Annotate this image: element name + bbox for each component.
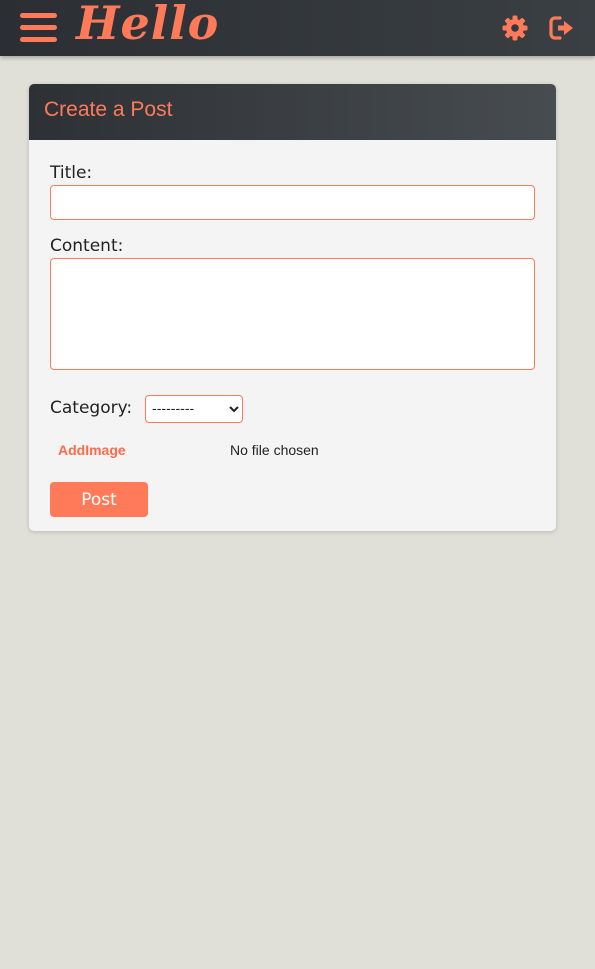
create-post-card: Create a Post Title: Content: Category: … xyxy=(29,84,556,531)
title-label: Title: xyxy=(50,163,93,183)
title-input[interactable] xyxy=(50,185,535,220)
card-header: Create a Post xyxy=(29,84,556,140)
app-logo[interactable]: Hello xyxy=(76,0,219,50)
add-image-button[interactable]: AddImage xyxy=(58,442,126,458)
top-navbar: Hello xyxy=(0,0,595,56)
file-status-text: No file chosen xyxy=(230,442,319,458)
category-select[interactable]: --------- xyxy=(145,395,243,423)
logout-icon[interactable] xyxy=(549,16,575,40)
content-textarea[interactable] xyxy=(50,258,535,370)
content-label: Content: xyxy=(50,236,124,256)
gear-icon[interactable] xyxy=(502,15,528,41)
category-label: Category: xyxy=(50,398,133,418)
post-button[interactable]: Post xyxy=(50,482,148,517)
hamburger-menu-icon[interactable] xyxy=(20,13,57,43)
card-title: Create a Post xyxy=(44,98,173,121)
